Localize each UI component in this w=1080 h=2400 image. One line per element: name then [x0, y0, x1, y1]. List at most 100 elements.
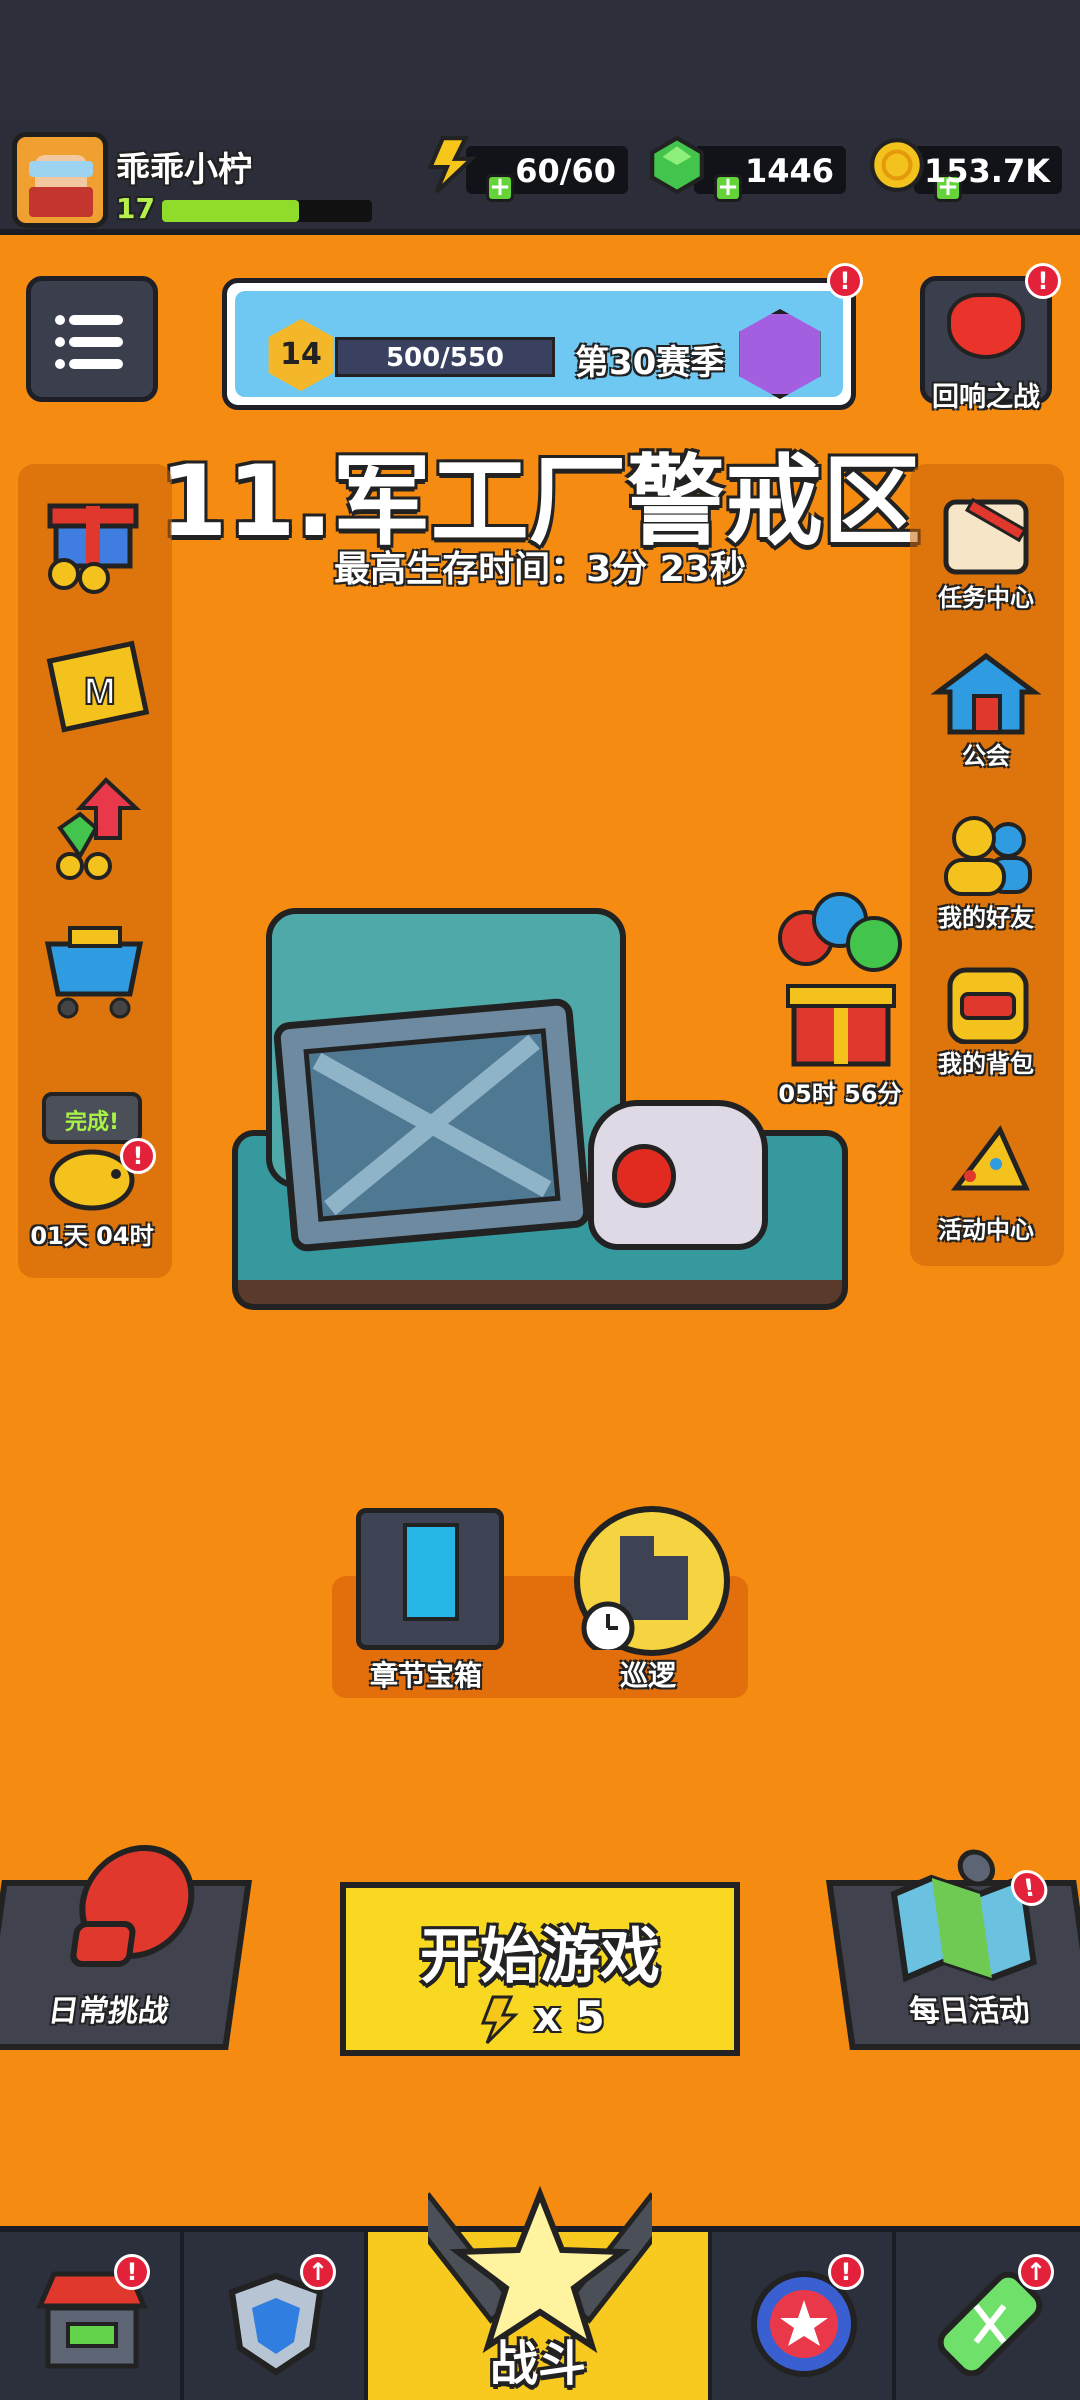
menu-button[interactable]	[26, 276, 158, 402]
avatar-mask	[29, 187, 93, 217]
avatar[interactable]	[12, 132, 108, 228]
start-cost-value: x 5	[533, 1992, 605, 2041]
piggy-timer: 01天 04时	[30, 1222, 154, 1250]
player-name: 乖乖小柠	[116, 150, 252, 190]
gem-icon	[650, 135, 704, 195]
task-center-button[interactable]: 任务中心	[926, 494, 1046, 612]
demon-icon	[947, 293, 1025, 359]
city-icon	[581, 1536, 688, 1655]
coin-value: 153.7K	[923, 152, 1050, 190]
add-energy-button[interactable]: +	[486, 174, 514, 202]
menu-line	[69, 337, 123, 347]
robot-enemy-icon	[588, 1100, 768, 1250]
crossed-sign-icon	[272, 997, 592, 1253]
player-level: 17	[116, 192, 155, 225]
event-center-button[interactable]: 活动中心	[926, 1118, 1046, 1244]
season-level-badge: 14	[268, 319, 334, 391]
lightning-icon	[481, 1995, 519, 2044]
piggy-speech-bubble: 完成!	[42, 1092, 142, 1144]
echo-battle-button[interactable]: 回响之战 !	[920, 263, 1061, 413]
menu-line	[69, 359, 123, 369]
season-banner-inner: 14 500/550 第30赛季	[235, 291, 843, 399]
gift-button[interactable]	[36, 486, 156, 596]
shop-cart-button[interactable]	[36, 914, 156, 1024]
svg-text:M: M	[84, 671, 116, 713]
piggy-bank-button[interactable]: 完成! ! 01天 04时	[30, 1092, 156, 1250]
event-center-label: 活动中心	[938, 1216, 1034, 1244]
tab-talent[interactable]: ↑	[896, 2232, 1080, 2400]
start-game-cost: x 5	[346, 1992, 734, 2045]
chapter-chest-label: 章节宝箱	[370, 1659, 483, 1692]
patrol-button[interactable]	[574, 1506, 730, 1656]
daily-activity-button[interactable]: 每日活动 !	[826, 1849, 1080, 2050]
echo-battle-label: 回响之战	[932, 382, 1040, 413]
status-bar	[0, 0, 1080, 120]
gem-value: 1446	[744, 152, 834, 190]
gem-counter[interactable]: + 1446	[650, 135, 846, 202]
energy-value: 60/60	[515, 152, 616, 190]
coin-counter[interactable]: + 153.7K	[870, 138, 1062, 202]
menu-dot	[55, 337, 65, 347]
season-title: 第30赛季	[575, 343, 725, 383]
stage-dirt	[232, 1280, 848, 1310]
map-icon	[890, 1849, 1037, 1983]
friends-button[interactable]: 我的好友	[926, 814, 1046, 932]
energy-counter[interactable]: + 60/60	[427, 136, 628, 202]
backpack-label: 我的背包	[938, 1050, 1034, 1078]
season-progress: 500/550	[385, 343, 505, 373]
season-progress-bar: 500/550	[335, 337, 555, 377]
tab-equipment[interactable]: ↑	[184, 2232, 368, 2400]
avatar-headband	[29, 161, 93, 177]
task-center-label: 任务中心	[938, 584, 1034, 612]
start-game-button[interactable]: 开始游戏 x 5	[340, 1882, 740, 2056]
lightning-icon	[427, 136, 477, 194]
cross-mark-icon	[303, 1028, 561, 1222]
cart-icon	[44, 926, 144, 1019]
daily-challenge-button[interactable]: 日常挑战	[0, 1845, 252, 2050]
backpack-icon	[947, 967, 1029, 1045]
daily-activity-label: 每日活动	[907, 1994, 1032, 2029]
friends-icon	[944, 816, 1032, 896]
season-banner[interactable]: 14 500/550 第30赛季 !	[222, 263, 863, 410]
menu-line	[69, 315, 123, 325]
left-side-panel: M 完成! ! 01天 04时	[18, 464, 172, 1278]
equipment-upgrade-badge: ↑	[300, 2254, 336, 2290]
xp-bar	[162, 200, 372, 222]
scroll-icon	[943, 497, 1029, 575]
guild-button[interactable]: 公会	[926, 652, 1046, 770]
menu-dot	[55, 315, 65, 325]
chest-icon	[403, 1523, 459, 1621]
add-gem-button[interactable]: +	[714, 174, 742, 202]
bottom-tab-bar: ! ↑ 战斗 ! ↑	[0, 2185, 1080, 2400]
piggy-bubble-text: 完成!	[64, 1110, 120, 1135]
boxing-glove-icon	[70, 1845, 195, 1967]
echo-alert-badge: !	[1025, 263, 1061, 299]
coin-icon	[870, 138, 924, 192]
tab-pets[interactable]: !	[712, 2232, 896, 2400]
season-alert-badge: !	[827, 263, 863, 299]
tab-shop[interactable]: !	[0, 2232, 184, 2400]
tab-battle[interactable]: 战斗	[368, 2185, 712, 2400]
backpack-button[interactable]: 我的背包	[926, 960, 1046, 1078]
tab-battle-label: 战斗	[489, 2336, 586, 2392]
piggy-alert-badge: !	[120, 1138, 156, 1174]
patrol-label: 巡逻	[620, 1659, 677, 1692]
robot-eye	[612, 1144, 676, 1208]
house-icon	[930, 652, 1042, 735]
shop-alert-badge: !	[114, 2254, 150, 2290]
xp-fill	[162, 200, 299, 222]
season-level: 14	[280, 337, 322, 372]
party-icon	[950, 1125, 1030, 1191]
chapter-chest-button[interactable]	[356, 1508, 504, 1650]
talent-upgrade-badge: ↑	[1018, 2254, 1054, 2290]
monthly-card-button[interactable]: M	[36, 632, 156, 742]
stage-preview[interactable]	[232, 860, 848, 1448]
guild-label: 公会	[962, 742, 1010, 770]
growth-icon	[56, 777, 142, 880]
friends-label: 我的好友	[938, 904, 1034, 932]
menu-dot	[55, 359, 65, 369]
growth-button[interactable]	[36, 774, 156, 884]
right-side-panel: 任务中心 公会 我的好友 我的背包 活动中心	[910, 464, 1064, 1266]
card-icon: M	[46, 640, 150, 733]
start-game-label: 开始游戏	[420, 1922, 660, 1992]
